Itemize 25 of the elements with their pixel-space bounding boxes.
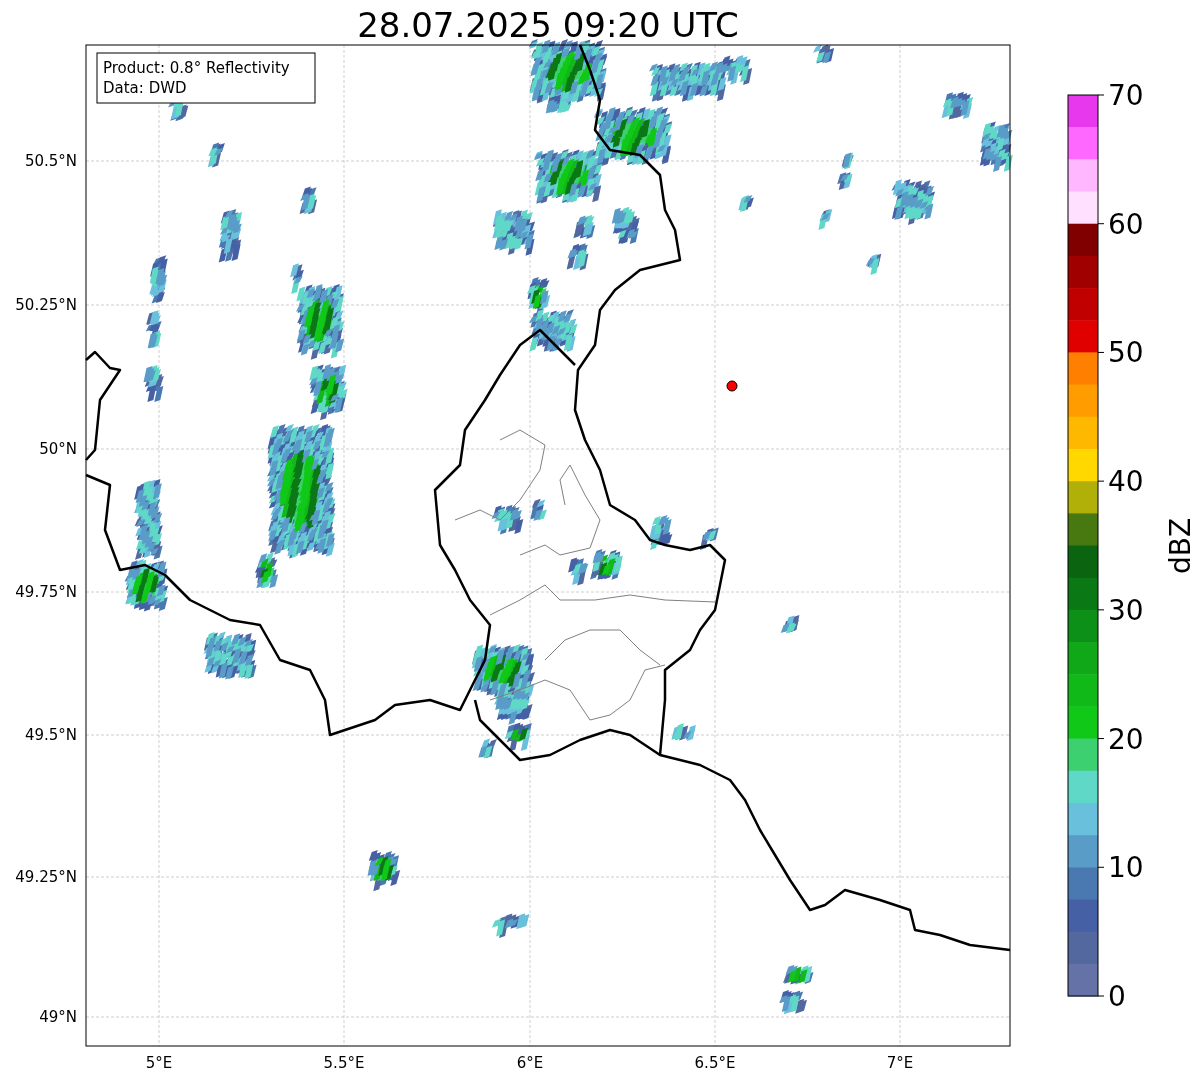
- axis-tick-label: 6.5°E: [694, 1054, 736, 1072]
- chart-title: 28.07.2025 09:20 UTC: [357, 5, 739, 45]
- colorbar-tick-label: 50: [1108, 336, 1144, 370]
- colorbar-tick-label: 40: [1108, 465, 1144, 499]
- colorbar-tick-label: 30: [1108, 593, 1144, 627]
- info-text: Product: 0.8° Reflectivity: [103, 59, 290, 77]
- axis-tick-label: 6°E: [516, 1054, 544, 1072]
- axis-tick-label: 7°E: [886, 1054, 914, 1072]
- axis-tick-label: 50.5°N: [24, 152, 77, 170]
- axis-tick-label: 50.25°N: [15, 296, 77, 314]
- colorbar-tick-label: 0: [1108, 980, 1126, 1013]
- colorbar-tick-label: 60: [1108, 207, 1144, 241]
- colorbar-label: dBZ: [1164, 517, 1197, 575]
- radar-site-marker: [726, 380, 738, 392]
- colorbar-tick-label: 20: [1108, 722, 1144, 756]
- axis-tick-label: 5°E: [145, 1054, 173, 1072]
- colorbar-tick-label: 10: [1108, 851, 1144, 885]
- axis-tick-label: 49.25°N: [15, 868, 77, 886]
- info-text: Data: DWD: [103, 79, 187, 97]
- axis-tick-label: 49°N: [39, 1008, 77, 1026]
- axis-tick-label: 50°N: [39, 440, 77, 458]
- axis-tick-label: 5.5°E: [323, 1054, 365, 1072]
- axis-tick-label: 49.5°N: [24, 726, 77, 744]
- axis-tick-label: 49.75°N: [15, 583, 77, 601]
- colorbar-tick-label: 70: [1108, 79, 1144, 112]
